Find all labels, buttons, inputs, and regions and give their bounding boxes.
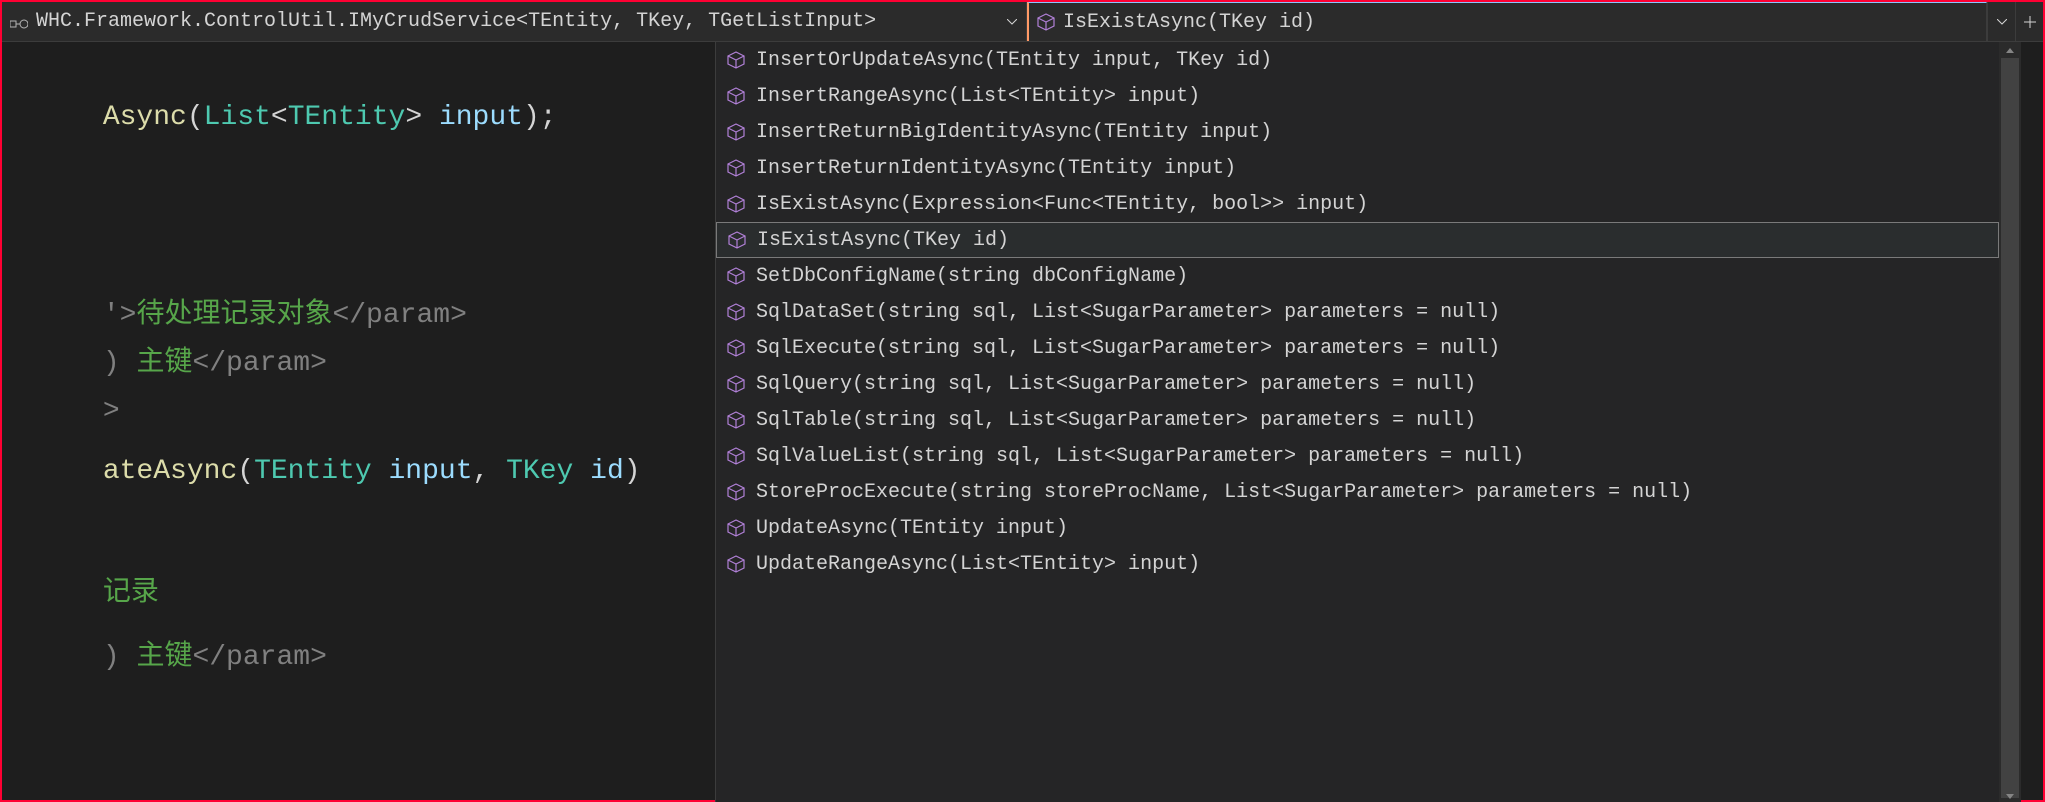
code-line: Async(List<TEntity> input); — [2, 46, 557, 190]
member-label: IsExistAsync(TKey id) — [1063, 11, 1978, 34]
method-icon — [726, 554, 746, 574]
method-icon — [726, 86, 746, 106]
method-icon — [727, 230, 747, 250]
code-line: ) 主键</param> — [2, 586, 327, 730]
member-item[interactable]: IsExistAsync(TKey id) — [716, 222, 1999, 258]
method-icon — [726, 158, 746, 178]
member-item[interactable]: UpdateRangeAsync(List<TEntity> input) — [716, 546, 1999, 582]
member-item[interactable]: InsertOrUpdateAsync(TEntity input, TKey … — [716, 42, 1999, 78]
member-item-label: IsExistAsync(TKey id) — [757, 229, 1009, 252]
member-dropdown[interactable]: IsExistAsync(TKey id) — [1027, 2, 1987, 41]
member-item-label: SqlDataSet(string sql, List<SugarParamet… — [756, 301, 1500, 324]
member-item[interactable]: SqlValueList(string sql, List<SugarParam… — [716, 438, 1999, 474]
method-icon — [726, 302, 746, 322]
member-item-label: UpdateRangeAsync(List<TEntity> input) — [756, 553, 1200, 576]
scrollbar[interactable] — [1999, 42, 2021, 802]
method-icon — [726, 122, 746, 142]
member-item-label: SqlExecute(string sql, List<SugarParamet… — [756, 337, 1500, 360]
interface-icon — [10, 15, 28, 29]
member-list-popup: InsertOrUpdateAsync(TEntity input, TKey … — [715, 42, 2021, 802]
method-icon — [1037, 13, 1055, 31]
member-item[interactable]: SqlTable(string sql, List<SugarParameter… — [716, 402, 1999, 438]
method-icon — [726, 446, 746, 466]
member-item-label: IsExistAsync(Expression<Func<TEntity, bo… — [756, 193, 1368, 216]
member-item[interactable]: InsertReturnBigIdentityAsync(TEntity inp… — [716, 114, 1999, 150]
member-item[interactable]: InsertReturnIdentityAsync(TEntity input) — [716, 150, 1999, 186]
method-icon — [726, 338, 746, 358]
method-icon — [726, 266, 746, 286]
member-item-label: InsertReturnIdentityAsync(TEntity input) — [756, 157, 1236, 180]
member-item[interactable]: SqlQuery(string sql, List<SugarParameter… — [716, 366, 1999, 402]
scope-label: WHC.Framework.ControlUtil.IMyCrudService… — [36, 10, 1000, 33]
member-list[interactable]: InsertOrUpdateAsync(TEntity input, TKey … — [716, 42, 1999, 802]
member-dropdown-arrow[interactable] — [1987, 2, 2015, 41]
method-icon — [726, 374, 746, 394]
method-icon — [726, 50, 746, 70]
chevron-down-icon — [1006, 16, 1018, 28]
navigation-bar: WHC.Framework.ControlUtil.IMyCrudService… — [2, 2, 2043, 42]
member-item[interactable]: InsertRangeAsync(List<TEntity> input) — [716, 78, 1999, 114]
method-icon — [726, 482, 746, 502]
member-item-label: UpdateAsync(TEntity input) — [756, 517, 1068, 540]
member-item-label: SetDbConfigName(string dbConfigName) — [756, 265, 1188, 288]
member-item-label: InsertReturnBigIdentityAsync(TEntity inp… — [756, 121, 1272, 144]
method-icon — [726, 410, 746, 430]
member-item-label: SqlTable(string sql, List<SugarParameter… — [756, 409, 1476, 432]
member-item[interactable]: SetDbConfigName(string dbConfigName) — [716, 258, 1999, 294]
scroll-up-icon[interactable] — [1999, 42, 2021, 58]
scroll-thumb[interactable] — [2001, 58, 2019, 798]
member-item-label: InsertRangeAsync(List<TEntity> input) — [756, 85, 1200, 108]
member-item-label: SqlValueList(string sql, List<SugarParam… — [756, 445, 1524, 468]
member-item[interactable]: SqlDataSet(string sql, List<SugarParamet… — [716, 294, 1999, 330]
member-item[interactable]: IsExistAsync(Expression<Func<TEntity, bo… — [716, 186, 1999, 222]
method-icon — [726, 194, 746, 214]
member-item-label: StoreProcExecute(string storeProcName, L… — [756, 481, 1692, 504]
editor-window: WHC.Framework.ControlUtil.IMyCrudService… — [0, 0, 2045, 802]
method-icon — [726, 518, 746, 538]
member-item-label: InsertOrUpdateAsync(TEntity input, TKey … — [756, 49, 1272, 72]
scroll-down-icon[interactable] — [1999, 788, 2021, 802]
split-button[interactable] — [2015, 2, 2043, 41]
member-item[interactable]: SqlExecute(string sql, List<SugarParamet… — [716, 330, 1999, 366]
member-item[interactable]: UpdateAsync(TEntity input) — [716, 510, 1999, 546]
member-item[interactable]: StoreProcExecute(string storeProcName, L… — [716, 474, 1999, 510]
scope-dropdown[interactable]: WHC.Framework.ControlUtil.IMyCrudService… — [2, 2, 1027, 41]
member-item-label: SqlQuery(string sql, List<SugarParameter… — [756, 373, 1476, 396]
